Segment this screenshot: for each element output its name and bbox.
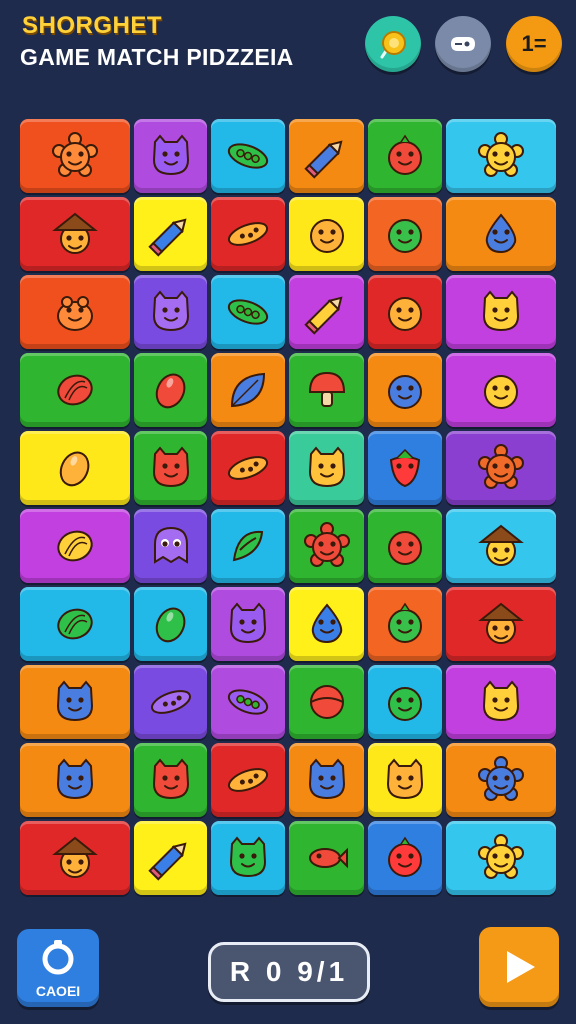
game-tile[interactable] [20, 197, 130, 271]
controller-icon [451, 37, 475, 51]
game-tile[interactable] [446, 119, 556, 193]
game-tile[interactable] [368, 431, 442, 505]
game-tile[interactable] [368, 665, 442, 739]
game-tile[interactable] [134, 665, 207, 739]
game-tile[interactable] [446, 665, 556, 739]
game-tile[interactable] [289, 821, 364, 895]
game-tile[interactable] [289, 353, 364, 427]
level-button-label: 1= [521, 31, 547, 56]
game-tile[interactable] [368, 743, 442, 817]
game-tile[interactable] [446, 743, 556, 817]
game-tile[interactable] [446, 197, 556, 271]
game-tile[interactable] [20, 743, 130, 817]
game-tile[interactable] [134, 353, 207, 427]
play-button[interactable] [479, 927, 559, 1007]
game-tile[interactable] [134, 587, 207, 661]
game-tile[interactable] [289, 275, 364, 349]
header: SHORGHET GAME MATCH PIDZZEIA 1= [0, 0, 576, 100]
game-tile[interactable] [211, 275, 285, 349]
ring-icon [42, 940, 74, 975]
game-tile[interactable] [211, 665, 285, 739]
game-tile[interactable] [20, 821, 130, 895]
game-tile[interactable] [446, 353, 556, 427]
game-board [16, 113, 560, 907]
game-tile[interactable] [368, 509, 442, 583]
game-tile[interactable] [134, 509, 207, 583]
game-tile[interactable] [289, 431, 364, 505]
game-tile[interactable] [289, 743, 364, 817]
game-tile[interactable] [446, 275, 556, 349]
level-button[interactable]: 1= [506, 16, 562, 72]
game-tile[interactable] [446, 431, 556, 505]
game-tile[interactable] [134, 431, 207, 505]
game-subtitle: GAME MATCH PIDZZEIA [20, 44, 294, 70]
game-tile[interactable] [20, 665, 130, 739]
game-tile[interactable] [211, 821, 285, 895]
game-tile[interactable] [368, 587, 442, 661]
coin-icon [380, 31, 406, 59]
coin-shop-button[interactable] [365, 16, 421, 72]
game-tile[interactable] [368, 275, 442, 349]
game-tile[interactable] [211, 587, 285, 661]
score-display: R 0 9/1 [208, 942, 370, 1002]
game-tile[interactable] [20, 587, 130, 661]
cancel-button[interactable]: CAOEI [17, 929, 99, 1007]
game-title: SHORGHET [22, 12, 163, 39]
game-tile[interactable] [20, 431, 130, 505]
game-tile[interactable] [368, 353, 442, 427]
settings-button[interactable] [435, 16, 491, 72]
game-tile[interactable] [20, 509, 130, 583]
game-tile[interactable] [20, 353, 130, 427]
game-tile[interactable] [134, 119, 207, 193]
game-tile[interactable] [446, 821, 556, 895]
game-tile[interactable] [446, 587, 556, 661]
game-tile[interactable] [20, 275, 130, 349]
game-tile[interactable] [211, 119, 285, 193]
game-tile[interactable] [368, 821, 442, 895]
game-tile[interactable] [211, 353, 285, 427]
game-tile[interactable] [211, 431, 285, 505]
game-tile[interactable] [368, 119, 442, 193]
score-text: R 0 9/1 [229, 956, 349, 987]
game-tile[interactable] [134, 821, 207, 895]
game-tile[interactable] [289, 509, 364, 583]
game-tile[interactable] [211, 743, 285, 817]
game-tile[interactable] [289, 587, 364, 661]
game-tile[interactable] [211, 509, 285, 583]
game-tile[interactable] [289, 119, 364, 193]
game-tile[interactable] [134, 197, 207, 271]
game-tile[interactable] [134, 743, 207, 817]
game-tile[interactable] [289, 197, 364, 271]
game-tile[interactable] [368, 197, 442, 271]
game-tile[interactable] [20, 119, 130, 193]
play-icon [507, 951, 535, 983]
game-tile[interactable] [211, 197, 285, 271]
cancel-button-label: CAOEI [35, 983, 81, 999]
game-tile[interactable] [446, 509, 556, 583]
game-tile[interactable] [134, 275, 207, 349]
game-tile[interactable] [289, 665, 364, 739]
